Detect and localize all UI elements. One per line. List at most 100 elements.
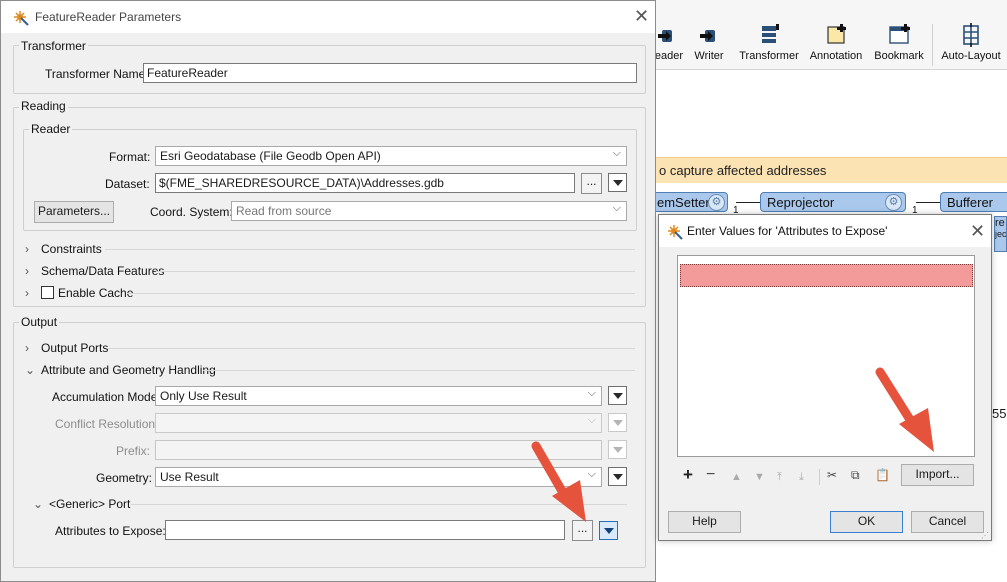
move-bottom-icon[interactable]: ⤓ [799, 471, 804, 484]
auto-layout-icon [963, 23, 979, 47]
expose-dialog-title: Enter Values for 'Attributes to Expose' [687, 224, 888, 238]
constraints-expander[interactable]: › Constraints [25, 242, 102, 256]
coord-system-placeholder: Read from source [236, 204, 332, 218]
toolbar-bookmark-button[interactable]: Bookmark [872, 22, 926, 70]
toolbar-divider [819, 469, 820, 485]
accumulation-options-dropdown[interactable] [608, 386, 627, 405]
chevron-down-icon: ⌵ [612, 147, 621, 159]
conflict-options-dropdown [608, 413, 627, 432]
toolbar-annotation-button[interactable]: Annotation [806, 22, 866, 70]
move-up-icon[interactable]: ▲ [731, 471, 742, 483]
bookmark-icon [889, 24, 910, 44]
chevron-down-icon: ⌄ [25, 363, 36, 377]
toolbar-transformer-button[interactable]: Transformer [736, 22, 802, 70]
accumulation-mode-select[interactable]: Only Use Result ⌵ [155, 386, 602, 406]
node-reprojector[interactable]: Reprojector ⚙ [760, 192, 906, 212]
format-value: Esri Geodatabase (File Geodb Open API) [160, 149, 381, 163]
dataset-input[interactable]: $(FME_SHAREDRESOURCE_DATA)\Addresses.gdb [155, 173, 575, 193]
reader-icon [658, 30, 672, 42]
accumulation-mode-value: Only Use Result [160, 389, 247, 403]
move-top-icon[interactable]: ⤒ [777, 471, 782, 484]
dataset-label: Dataset: [105, 177, 150, 191]
chevron-right-icon: › [25, 242, 29, 256]
dataset-browse-button[interactable]: ... [581, 173, 602, 194]
gear-icon[interactable]: ⚙ [708, 194, 725, 211]
toolbar-writer-button[interactable]: Writer [692, 22, 726, 70]
node-bufferer[interactable]: Bufferer [940, 192, 1007, 212]
annotation-text: o capture affected addresses [659, 163, 827, 178]
divider [107, 348, 635, 349]
geometry-options-dropdown[interactable] [608, 467, 627, 486]
transformer-section-label: Transformer [19, 39, 88, 53]
writer-icon [700, 30, 715, 42]
divider [105, 249, 635, 250]
geometry-label: Geometry: [96, 471, 153, 485]
chevron-right-icon: › [25, 341, 29, 355]
divider [127, 293, 635, 294]
ok-button[interactable]: OK [830, 511, 903, 533]
dialog-titlebar: FeatureReader Parameters ✕ [1, 1, 655, 33]
prefix-options-dropdown [608, 440, 627, 459]
partial-canvas-number: 55 [992, 406, 1007, 421]
list-item[interactable] [680, 264, 973, 287]
close-icon[interactable]: ✕ [970, 222, 985, 240]
node-emsetter[interactable]: emSetter ⚙ [652, 192, 728, 212]
copy-icon[interactable]: ⧉ [851, 468, 860, 483]
resize-grip-icon[interactable]: ⋰ [981, 531, 989, 540]
schema-label: Schema/Data Features [41, 264, 165, 278]
enable-cache-expander[interactable]: › Enable Cache [25, 286, 133, 300]
chevron-right-icon: › [25, 286, 29, 300]
conflict-resolution-label: Conflict Resolution: [55, 417, 159, 431]
help-button[interactable]: Help [668, 511, 741, 533]
output-section-label: Output [19, 315, 60, 329]
close-icon[interactable]: ✕ [634, 7, 649, 25]
coord-system-select[interactable]: Read from source ⌵ [231, 201, 627, 221]
cancel-button[interactable]: Cancel [911, 511, 984, 533]
divider [156, 271, 635, 272]
callout-arrow-icon [875, 367, 934, 452]
chevron-down-icon: ⌵ [612, 202, 621, 214]
toolbar-annotation-label: Annotation [809, 50, 863, 62]
transformer-name-input[interactable]: FeatureReader [143, 63, 637, 83]
transformer-name-label: Transformer Name: [45, 67, 149, 81]
attributes-to-expose-input[interactable] [165, 520, 565, 540]
enable-cache-checkbox[interactable] [41, 286, 54, 299]
toolbar-auto-layout-label: Auto-Layout [941, 50, 1001, 62]
coord-system-label: Coord. System: [150, 205, 233, 219]
dataset-options-dropdown[interactable] [608, 173, 627, 192]
chevron-down-icon: ⌵ [587, 414, 596, 426]
attributes-options-dropdown[interactable] [599, 521, 618, 540]
toolbar-auto-layout-button[interactable]: Auto-Layout [938, 22, 1004, 70]
fme-app-icon [668, 225, 683, 240]
remove-icon[interactable]: − [706, 466, 715, 484]
chevron-right-icon: › [25, 264, 29, 278]
import-button[interactable]: Import... [901, 464, 974, 486]
format-label: Format: [109, 150, 151, 164]
format-select[interactable]: Esri Geodatabase (File Geodb Open API) ⌵ [155, 146, 627, 166]
connector-line [736, 202, 760, 203]
reader-section-label: Reader [29, 122, 73, 136]
schema-expander[interactable]: › Schema/Data Features [25, 264, 164, 278]
annotation-icon [827, 24, 846, 44]
output-ports-expander[interactable]: › Output Ports [25, 341, 108, 355]
cut-icon[interactable]: ✂ [827, 468, 837, 482]
move-down-icon[interactable]: ▼ [754, 471, 765, 483]
fme-app-icon [14, 11, 29, 26]
toolbar-transformer-label: Transformer [739, 50, 799, 62]
add-icon[interactable]: + [683, 465, 693, 485]
paste-icon[interactable]: 📋 [875, 468, 890, 482]
enable-cache-label: Enable Cache [58, 286, 134, 300]
canvas-annotation[interactable]: o capture affected addresses [656, 157, 1007, 183]
conflict-resolution-select: ⌵ [155, 413, 602, 433]
attributes-to-expose-label: Attributes to Expose: [55, 524, 166, 538]
parameters-button[interactable]: Parameters... [34, 201, 114, 223]
chevron-down-icon: ⌵ [587, 387, 596, 399]
gear-icon[interactable]: ⚙ [885, 194, 902, 211]
dialog-title: FeatureReader Parameters [35, 10, 182, 24]
partial-node-text: jec [995, 229, 1007, 239]
reading-section-label: Reading [19, 99, 68, 113]
geometry-value: Use Result [160, 470, 219, 484]
attr-geometry-expander[interactable]: ⌄ Attribute and Geometry Handling [25, 363, 216, 377]
partial-node-text: re [995, 217, 1005, 229]
expose-dialog-titlebar: Enter Values for 'Attributes to Expose' … [659, 215, 991, 247]
